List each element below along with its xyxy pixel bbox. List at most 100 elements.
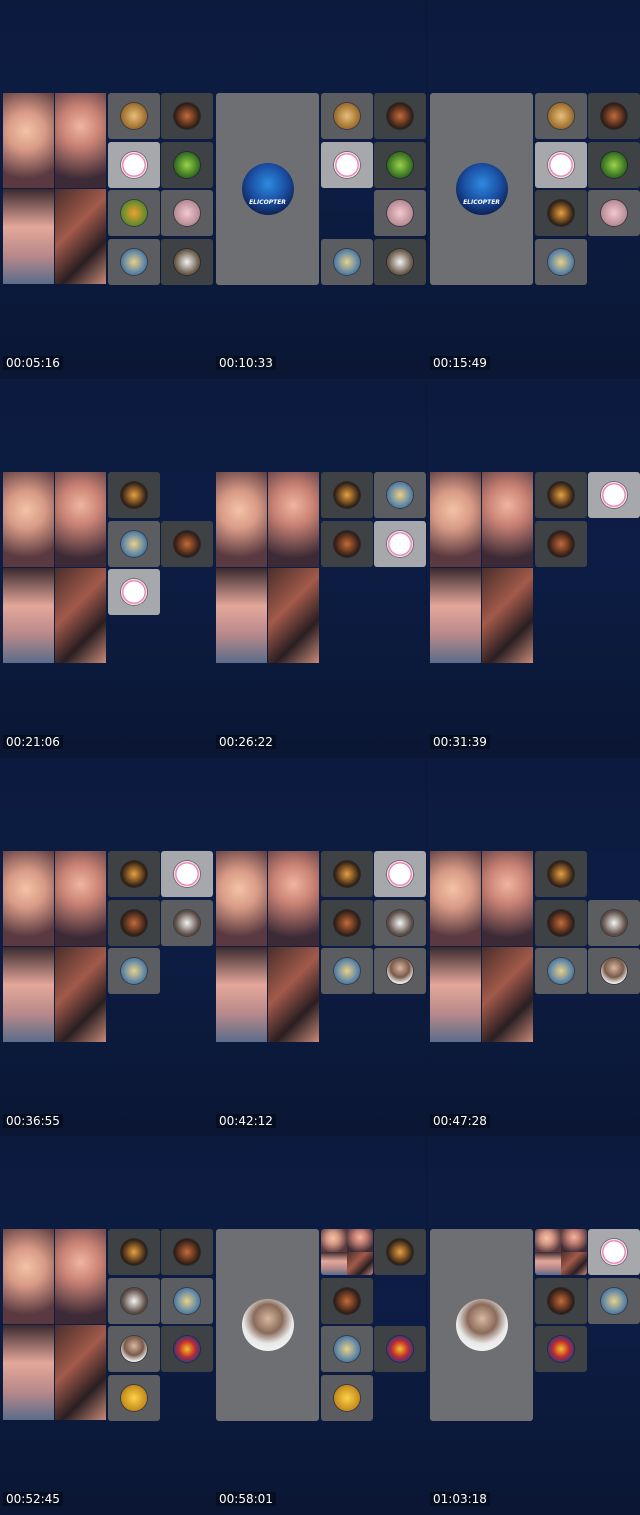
participant-tile[interactable]	[108, 93, 160, 139]
participant-tile[interactable]	[161, 1326, 213, 1372]
video-quadrant	[3, 568, 54, 663]
avatar	[121, 200, 147, 226]
elicopter-logo-avatar: ELICOPTER	[455, 163, 508, 215]
participant-tile[interactable]	[374, 239, 426, 285]
participant-tile[interactable]	[535, 900, 587, 946]
main-video-thumbnail[interactable]	[535, 1229, 587, 1275]
avatar	[121, 1336, 147, 1362]
participant-tile[interactable]	[321, 948, 373, 994]
participant-tile[interactable]	[161, 851, 213, 897]
participant-tile[interactable]	[535, 142, 587, 188]
participant-tile[interactable]	[108, 521, 160, 567]
participant-tile[interactable]	[321, 472, 373, 518]
participant-tile[interactable]	[535, 239, 587, 285]
participant-tile[interactable]	[588, 190, 640, 236]
speaker-tile[interactable]	[430, 1229, 533, 1421]
main-video-tile[interactable]	[3, 472, 106, 664]
participant-tile[interactable]	[374, 900, 426, 946]
avatar	[601, 482, 627, 508]
frame-1: 00:05:16	[0, 0, 213, 379]
participant-tile[interactable]	[535, 93, 587, 139]
avatar	[334, 482, 360, 508]
participant-tile[interactable]	[374, 190, 426, 236]
main-video-tile[interactable]	[216, 851, 319, 1043]
participant-tile[interactable]	[374, 948, 426, 994]
participant-tile[interactable]	[535, 521, 587, 567]
participant-tile[interactable]	[161, 521, 213, 567]
video-quadrant	[321, 1229, 347, 1252]
video-quadrant	[216, 568, 267, 663]
participant-tile[interactable]	[161, 93, 213, 139]
participant-tile[interactable]	[108, 142, 160, 188]
participant-tile[interactable]	[321, 1375, 373, 1421]
participant-tile[interactable]	[321, 900, 373, 946]
main-video-tile[interactable]	[3, 851, 106, 1043]
participant-tile[interactable]	[108, 1375, 160, 1421]
participant-tile[interactable]	[321, 93, 373, 139]
participant-tile[interactable]	[588, 142, 640, 188]
participant-tile[interactable]	[108, 1326, 160, 1372]
avatar	[548, 531, 574, 557]
participant-tile[interactable]	[535, 190, 587, 236]
participant-tile[interactable]	[161, 1278, 213, 1324]
speaker-tile[interactable]: ELICOPTER	[430, 93, 533, 285]
participant-tile[interactable]	[535, 472, 587, 518]
participant-tile[interactable]	[588, 472, 640, 518]
participant-tile[interactable]	[321, 1326, 373, 1372]
participant-tile[interactable]	[374, 472, 426, 518]
participant-tile[interactable]	[321, 1278, 373, 1324]
participant-tile[interactable]	[374, 521, 426, 567]
participant-tile[interactable]	[161, 900, 213, 946]
avatar	[334, 1288, 360, 1314]
participant-tile[interactable]	[535, 1326, 587, 1372]
participant-tile[interactable]	[321, 521, 373, 567]
participant-tile[interactable]	[535, 1278, 587, 1324]
participant-tile[interactable]	[321, 239, 373, 285]
participant-tile[interactable]	[535, 851, 587, 897]
elicopter-logo-avatar: ELICOPTER	[241, 163, 294, 215]
avatar	[121, 152, 147, 178]
main-video-tile[interactable]	[3, 93, 106, 285]
frame-11: 00:58:01	[213, 1136, 426, 1515]
video-quadrant	[347, 1229, 373, 1252]
participant-tile[interactable]	[108, 1229, 160, 1275]
participant-tile[interactable]	[321, 142, 373, 188]
participant-tile[interactable]	[108, 900, 160, 946]
video-quadrant	[268, 568, 319, 663]
participant-tile[interactable]	[588, 948, 640, 994]
participant-tile[interactable]	[108, 472, 160, 518]
main-video-tile[interactable]	[3, 1229, 106, 1421]
participant-tile[interactable]	[321, 851, 373, 897]
participant-tile[interactable]	[161, 142, 213, 188]
participant-tile[interactable]	[535, 948, 587, 994]
participant-tile[interactable]	[588, 1278, 640, 1324]
participant-tile[interactable]	[108, 948, 160, 994]
speaker-tile[interactable]	[216, 1229, 319, 1421]
video-quadrant	[535, 1229, 561, 1252]
main-video-tile[interactable]	[430, 851, 533, 1043]
participant-tile[interactable]	[374, 851, 426, 897]
timestamp: 00:15:49	[430, 356, 490, 370]
main-video-tile[interactable]	[430, 472, 533, 664]
frame-9: 00:47:28	[427, 758, 640, 1137]
participant-tile[interactable]	[108, 569, 160, 615]
main-video-thumbnail[interactable]	[321, 1229, 373, 1275]
participant-tile[interactable]	[161, 239, 213, 285]
participant-tile[interactable]	[108, 1278, 160, 1324]
participant-tile[interactable]	[108, 190, 160, 236]
participant-tile[interactable]	[374, 1229, 426, 1275]
video-quadrant	[3, 189, 54, 284]
participant-tile[interactable]	[161, 190, 213, 236]
participant-tile[interactable]	[374, 142, 426, 188]
participant-tile[interactable]	[588, 1229, 640, 1275]
speaker-tile[interactable]: ELICOPTER	[216, 93, 319, 285]
participant-tile[interactable]	[108, 239, 160, 285]
avatar	[601, 1288, 627, 1314]
main-video-tile[interactable]	[216, 472, 319, 664]
participant-tile[interactable]	[374, 93, 426, 139]
participant-tile[interactable]	[374, 1326, 426, 1372]
participant-tile[interactable]	[588, 93, 640, 139]
participant-tile[interactable]	[588, 900, 640, 946]
participant-tile[interactable]	[161, 1229, 213, 1275]
participant-tile[interactable]	[108, 851, 160, 897]
